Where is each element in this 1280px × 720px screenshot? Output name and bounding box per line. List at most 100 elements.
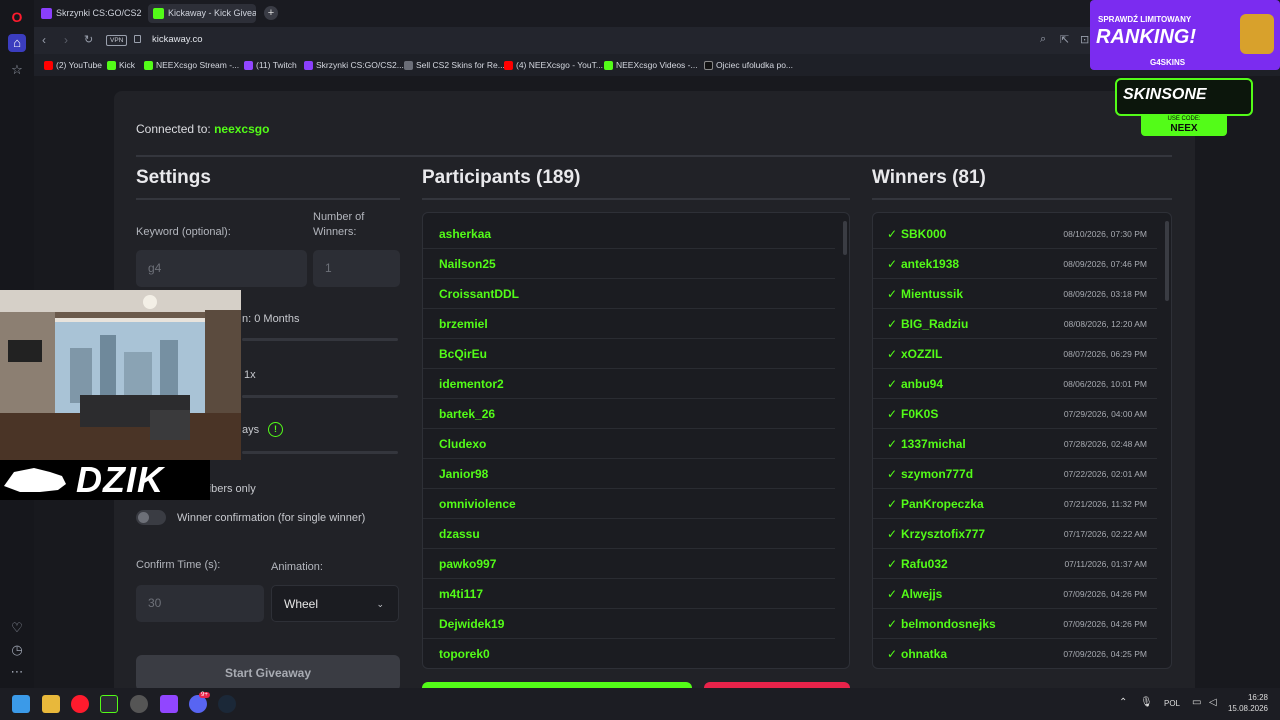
participant-name: BcQirEu	[439, 347, 488, 361]
tab-g4skins[interactable]: Skrzynki CS:GO/CS2 | G4S	[36, 4, 144, 23]
speaker-icon[interactable]: ◁	[1209, 697, 1217, 708]
bookmark-neex-youtube[interactable]: (4) NEEXcsgo - YouT...	[504, 58, 603, 72]
url-field[interactable]: kickaway.co	[152, 34, 203, 45]
steam-icon[interactable]	[218, 695, 236, 713]
multiplier-slider[interactable]	[242, 395, 398, 398]
winner-confirmation-toggle[interactable]	[136, 510, 166, 525]
checkmark-icon: ✓	[887, 347, 898, 361]
participant-row[interactable]: brzemiel	[423, 309, 835, 339]
ranking-banner[interactable]: SPRAWDŹ LIMITOWANY RANKING! G4SKINS	[1090, 0, 1280, 70]
participant-row[interactable]: Dejwidek19	[423, 609, 835, 639]
tab-kickaway[interactable]: Kickaway - Kick Giveaway	[148, 4, 256, 23]
bookmark-neex-videos[interactable]: NEEXcsgo Videos -...	[604, 58, 698, 72]
winner-row[interactable]: ✓ antek1938 08/09/2026, 07:46 PM	[873, 249, 1157, 279]
vpn-badge[interactable]: VPN	[106, 35, 128, 46]
participant-row[interactable]: dzassu	[423, 519, 835, 549]
history-icon[interactable]: ◷	[8, 641, 26, 659]
participant-name: dzassu	[439, 527, 480, 541]
search-icon[interactable]: ⌕	[1040, 33, 1046, 46]
checkmark-icon: ✓	[887, 437, 898, 451]
participant-name: Janior98	[439, 467, 489, 481]
language-indicator[interactable]: POL	[1164, 699, 1180, 708]
winner-timestamp: 07/09/2026, 04:26 PM	[1063, 619, 1147, 629]
participant-row[interactable]: asherkaa	[423, 219, 835, 249]
winner-row[interactable]: ✓ belmondosnejks 07/09/2026, 04:26 PM	[873, 609, 1157, 639]
animation-select[interactable]: Wheel ⌄	[271, 585, 399, 622]
winner-timestamp: 07/21/2026, 11:32 PM	[1063, 499, 1147, 509]
winners-list[interactable]: ✓ SBK000 08/10/2026, 07:30 PM ✓ antek1938 08/…	[872, 212, 1172, 669]
file-explorer-icon[interactable]	[42, 695, 60, 713]
winner-row[interactable]: ✓ anbu94 08/06/2026, 10:01 PM	[873, 369, 1157, 399]
winner-row[interactable]: ✓ ohnatka 07/09/2026, 04:25 PM	[873, 639, 1157, 668]
opera-logo-icon[interactable]: O	[8, 8, 26, 26]
participant-row[interactable]: omniviolence	[423, 489, 835, 519]
participant-row[interactable]: CroissantDDL	[423, 279, 835, 309]
participant-row[interactable]: bartek_26	[423, 399, 835, 429]
participants-scrollbar[interactable]	[843, 221, 847, 255]
monitor-icon[interactable]: ▭	[1192, 697, 1201, 708]
participant-row[interactable]: BcQirEu	[423, 339, 835, 369]
participant-row[interactable]: toporek0	[423, 639, 835, 668]
star-icon[interactable]: ☆	[8, 61, 26, 79]
winner-row[interactable]: ✓ Mientussik 08/09/2026, 03:18 PM	[873, 279, 1157, 309]
num-winners-input[interactable]: 1	[313, 250, 400, 287]
winner-row[interactable]: ✓ Rafu032 07/11/2026, 01:37 AM	[873, 549, 1157, 579]
new-tab-button[interactable]: +	[264, 6, 278, 20]
start-giveaway-button[interactable]: Start Giveaway	[136, 655, 400, 691]
participant-name: omniviolence	[439, 497, 516, 511]
winner-row[interactable]: ✓ xOZZIL 08/07/2026, 06:29 PM	[873, 339, 1157, 369]
participants-title: Participants (189)	[422, 167, 581, 188]
opera-icon[interactable]	[71, 695, 89, 713]
participant-row[interactable]: pawko997	[423, 549, 835, 579]
winner-name: Mientussik	[901, 287, 964, 301]
microphone-icon[interactable]: 🎙	[1140, 697, 1153, 708]
winners-scrollbar[interactable]	[1165, 221, 1169, 301]
winner-row[interactable]: ✓ szymon777d 07/22/2026, 02:01 AM	[873, 459, 1157, 489]
twitch-app-icon[interactable]	[160, 695, 178, 713]
bookmark-sell-skins[interactable]: Sell CS2 Skins for Re...	[404, 58, 505, 72]
bookmark-twitch[interactable]: (11) Twitch	[244, 58, 297, 72]
winner-row[interactable]: ✓ SBK000 08/10/2026, 07:30 PM	[873, 219, 1157, 249]
toggle-knob	[138, 512, 149, 523]
bookmark-label: Kick	[119, 60, 136, 70]
winner-name: Rafu032	[901, 557, 948, 571]
sub-duration-slider[interactable]	[242, 338, 398, 341]
dzik-text: DZIK	[76, 459, 164, 500]
confirm-time-input[interactable]: 30	[136, 585, 264, 622]
winner-row[interactable]: ✓ PanKropeczka 07/21/2026, 11:32 PM	[873, 489, 1157, 519]
days-slider[interactable]	[242, 451, 398, 454]
info-icon[interactable]: !	[268, 422, 283, 437]
participant-row[interactable]: Janior98	[423, 459, 835, 489]
participant-row[interactable]: Cludexo	[423, 429, 835, 459]
reload-icon[interactable]: ↻	[84, 33, 93, 46]
kick-app-icon[interactable]	[100, 695, 118, 713]
bookmark-youtube[interactable]: (2) YouTube	[44, 58, 102, 72]
taskbar: 9+ ⌃ 🎙 POL ▭ ◁ 16:28 15.08.2026	[0, 688, 1280, 720]
bookmark-neex-stream[interactable]: NEEXcsgo Stream -...	[144, 58, 239, 72]
keyword-input[interactable]: g4	[136, 250, 307, 287]
forward-icon[interactable]: ›	[64, 33, 68, 47]
share-icon[interactable]: ⇱	[1060, 33, 1069, 46]
participants-list[interactable]: asherkaa Nailson25 CroissantDDL brzemiel BcQ…	[422, 212, 850, 669]
winner-row[interactable]: ✓ F0K0S 07/29/2026, 04:00 AM	[873, 399, 1157, 429]
participant-row[interactable]: Nailson25	[423, 249, 835, 279]
home-icon[interactable]: ⌂	[8, 34, 26, 52]
chevron-up-icon[interactable]: ⌃	[1119, 697, 1127, 708]
bookmark-tiktok[interactable]: Ojciec ufoludka po...	[704, 58, 793, 72]
winner-name: SBK000	[901, 227, 947, 241]
back-icon[interactable]: ‹	[42, 33, 46, 47]
participant-row[interactable]: m4ti117	[423, 579, 835, 609]
winner-row[interactable]: ✓ Krzysztofix777 07/17/2026, 02:22 AM	[873, 519, 1157, 549]
bookmark-kick[interactable]: Kick	[107, 58, 135, 72]
skinsone-banner[interactable]: SKINSONE USE CODE: NEEX	[1115, 78, 1253, 136]
windows-start-icon[interactable]	[12, 695, 30, 713]
heart-icon[interactable]: ♡	[8, 619, 26, 637]
bookmark-g4skins[interactable]: Skrzynki CS:GO/CS2...	[304, 58, 404, 72]
camera-icon[interactable]: ⊡	[1080, 33, 1089, 46]
participant-row[interactable]: idementor2	[423, 369, 835, 399]
winner-row[interactable]: ✓ Alwejjs 07/09/2026, 04:26 PM	[873, 579, 1157, 609]
winner-row[interactable]: ✓ 1337michal 07/28/2026, 02:48 AM	[873, 429, 1157, 459]
obs-icon[interactable]	[130, 695, 148, 713]
more-icon[interactable]: ⋯	[8, 663, 26, 681]
winner-row[interactable]: ✓ BIG_Radziu 08/08/2026, 12:20 AM	[873, 309, 1157, 339]
